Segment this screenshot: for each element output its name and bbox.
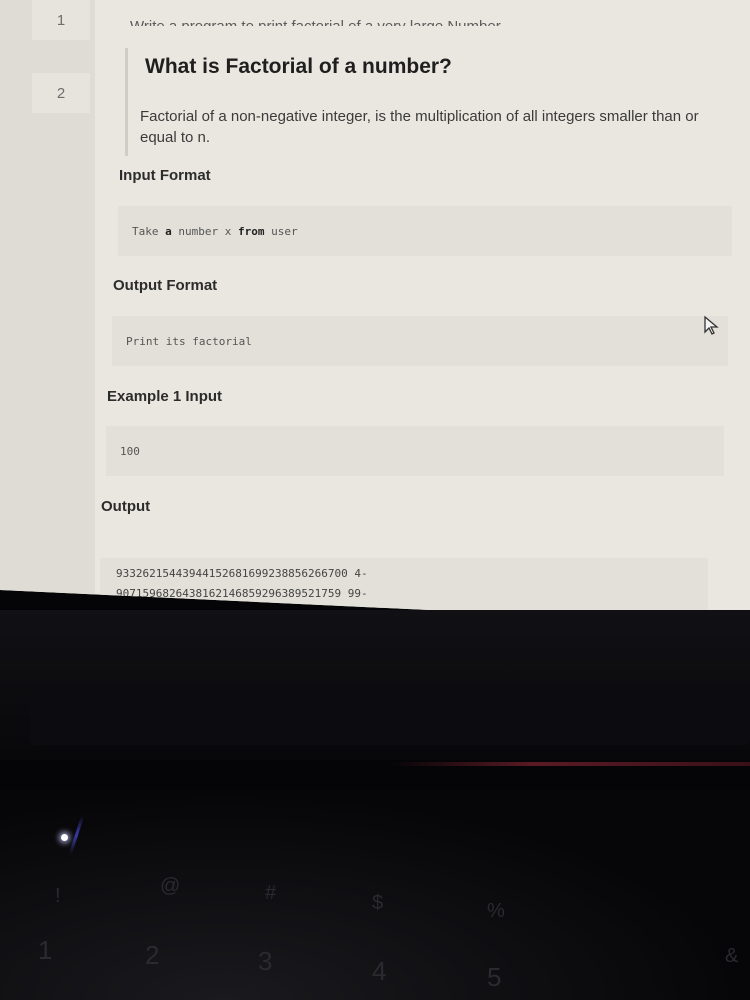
- code-token: from: [238, 224, 265, 238]
- code-token: user: [271, 224, 298, 238]
- line-number-gutter: 1 2: [0, 0, 95, 625]
- keyboard: @ 2 # 3 $ 4 % 5 & ! 1: [0, 790, 750, 1000]
- code-token: number: [178, 224, 219, 238]
- example-1-input-label: Example 1 Input: [107, 388, 223, 405]
- key-4[interactable]: 4: [372, 956, 386, 987]
- key-1[interactable]: 1: [38, 935, 52, 966]
- example-1-input-code: 100: [106, 426, 724, 476]
- code-token: a: [165, 224, 172, 238]
- blockquote-bar: [125, 48, 128, 156]
- code-token: Take: [132, 224, 159, 238]
- factorial-description: Factorial of a non-negative integer, is …: [140, 108, 699, 146]
- laptop-hinge: [30, 690, 750, 745]
- key-5[interactable]: 5: [487, 962, 501, 993]
- input-format-label: Input Format: [119, 167, 211, 184]
- key-ampersand[interactable]: &: [725, 945, 738, 968]
- key-hash[interactable]: #: [265, 882, 276, 905]
- output-format-label: Output Format: [113, 277, 218, 294]
- output-format-code: Print its factorial: [112, 316, 728, 366]
- line-number-2[interactable]: 2: [32, 73, 90, 113]
- key-percent[interactable]: %: [487, 900, 505, 923]
- output-line-2: 9071596826438162146859296389521759 99-: [116, 587, 368, 600]
- output-line-1: 93326215443944152681699238856266700 4-: [116, 567, 368, 580]
- code-token: x: [224, 224, 232, 238]
- key-at[interactable]: @: [160, 875, 180, 898]
- bezel-reflection: [390, 762, 750, 766]
- key-3[interactable]: 3: [258, 946, 272, 977]
- key-dollar[interactable]: $: [372, 892, 383, 915]
- input-format-code: Take a number x from user: [118, 206, 732, 256]
- line-number-1[interactable]: 1: [32, 0, 90, 40]
- key-exclaim[interactable]: !: [55, 885, 61, 908]
- status-led: [61, 834, 68, 841]
- output-label: Output: [101, 498, 151, 515]
- task-description-clipped: Write a program to print factorial of a …: [130, 12, 504, 26]
- key-2[interactable]: 2: [145, 940, 159, 971]
- page-heading: What is Factorial of a number?: [145, 55, 452, 78]
- mouse-pointer-icon: [704, 315, 719, 335]
- monitor-screen: 1 2 Write a program to print factorial o…: [0, 0, 750, 625]
